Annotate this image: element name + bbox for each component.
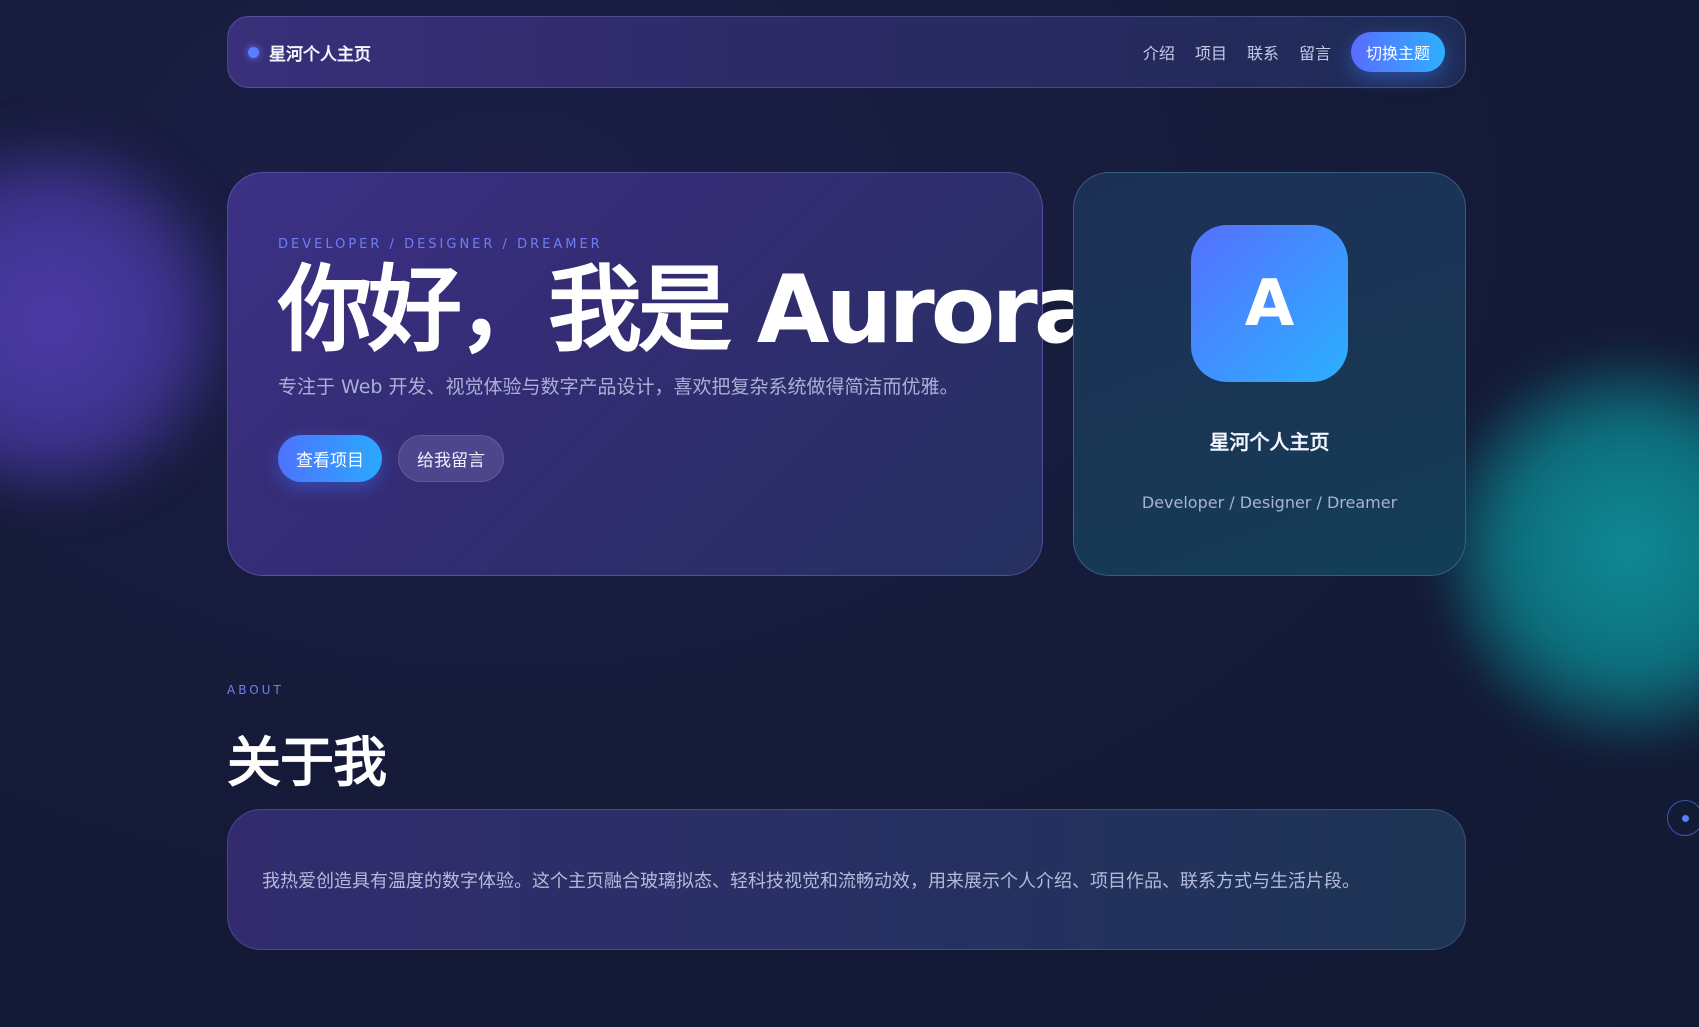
hero-card: DEVELOPER / DESIGNER / DREAMER 你好，我是 Aur… bbox=[227, 172, 1097, 576]
about-text: 我热爱创造具有温度的数字体验。这个主页融合玻璃拟态、轻科技视觉和流畅动效，用来展… bbox=[262, 870, 1360, 892]
leave-message-button[interactable]: 给我留言 bbox=[398, 435, 504, 482]
about-eyebrow: ABOUT bbox=[227, 683, 284, 697]
brand-name: 星河个人主页 bbox=[269, 44, 371, 65]
hero-title: 你好，我是 Aurora bbox=[278, 256, 1097, 365]
nav-link-contact[interactable]: 联系 bbox=[1247, 40, 1279, 64]
avatar: A bbox=[1191, 225, 1348, 382]
brand[interactable]: 星河个人主页 bbox=[248, 40, 371, 65]
nav-link-projects[interactable]: 项目 bbox=[1195, 40, 1227, 64]
top-nav: 星河个人主页 介绍 项目 联系 留言 切换主题 bbox=[227, 16, 1466, 88]
profile-card: A 星河个人主页 Developer / Designer / Dreamer bbox=[1073, 172, 1466, 576]
about-card: 我热爱创造具有温度的数字体验。这个主页融合玻璃拟态、轻科技视觉和流畅动效，用来展… bbox=[227, 809, 1466, 950]
page: 星河个人主页 介绍 项目 联系 留言 切换主题 DEVELOPER / DESI… bbox=[0, 0, 1699, 1027]
about-title: 关于我 bbox=[227, 731, 387, 794]
floating-dot-icon[interactable] bbox=[1667, 800, 1699, 836]
profile-name: 星河个人主页 bbox=[1209, 430, 1330, 454]
hero-subtitle: 专注于 Web 开发、视觉体验与数字产品设计，喜欢把复杂系统做得简洁而优雅。 bbox=[278, 376, 959, 398]
nav-links: 介绍 项目 联系 留言 切换主题 bbox=[1143, 32, 1445, 72]
background-glow-purple bbox=[0, 130, 230, 510]
brand-dot-icon bbox=[248, 46, 259, 58]
nav-link-intro[interactable]: 介绍 bbox=[1143, 40, 1175, 64]
nav-link-messages[interactable]: 留言 bbox=[1299, 40, 1331, 64]
toggle-theme-button[interactable]: 切换主题 bbox=[1350, 32, 1445, 72]
hero-actions: 查看项目 给我留言 bbox=[278, 435, 992, 482]
background-glow-teal bbox=[1440, 350, 1699, 750]
profile-tagline: Developer / Designer / Dreamer bbox=[1141, 493, 1398, 512]
hero-eyebrow: DEVELOPER / DESIGNER / DREAMER bbox=[278, 237, 603, 252]
view-projects-button[interactable]: 查看项目 bbox=[278, 435, 382, 482]
